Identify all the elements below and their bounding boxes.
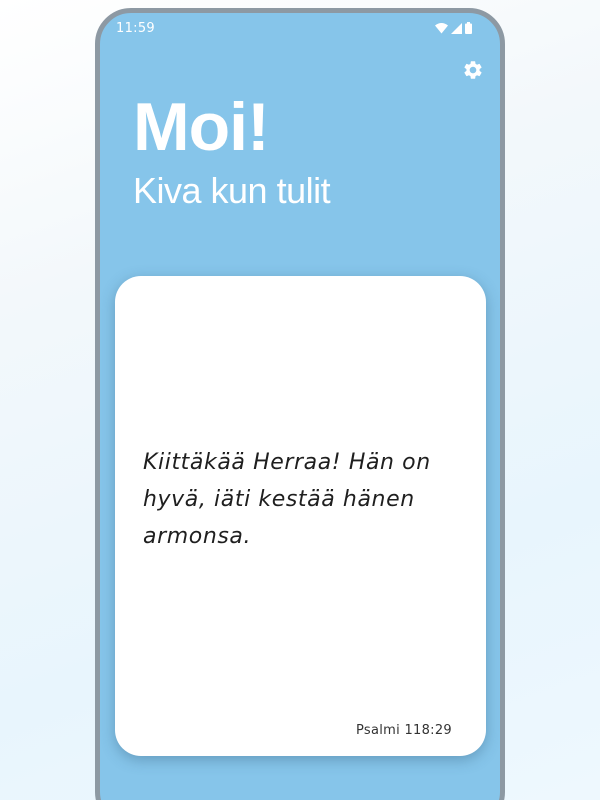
wifi-icon (435, 22, 448, 33)
signal-icon (451, 22, 462, 34)
settings-button[interactable] (462, 59, 484, 81)
verse-reference: Psalmi 118:29 (355, 723, 452, 738)
battery-icon (465, 22, 472, 34)
phone-frame: 11:59 Moi! Kiva kun tulit Kiittäkää Herr… (95, 8, 505, 800)
status-bar: 11:59 (100, 13, 500, 43)
verse-card[interactable]: Kiittäkää Herraa! Hän on hyvä, iäti kest… (115, 276, 486, 756)
greeting-title: Moi! (133, 89, 270, 165)
status-time: 11:59 (116, 21, 155, 36)
status-icons (435, 22, 472, 34)
verse-text: Kiittäkää Herraa! Hän on hyvä, iäti kest… (143, 450, 431, 549)
greeting-subtitle: Kiva kun tulit (133, 170, 331, 211)
gear-icon (464, 61, 482, 79)
